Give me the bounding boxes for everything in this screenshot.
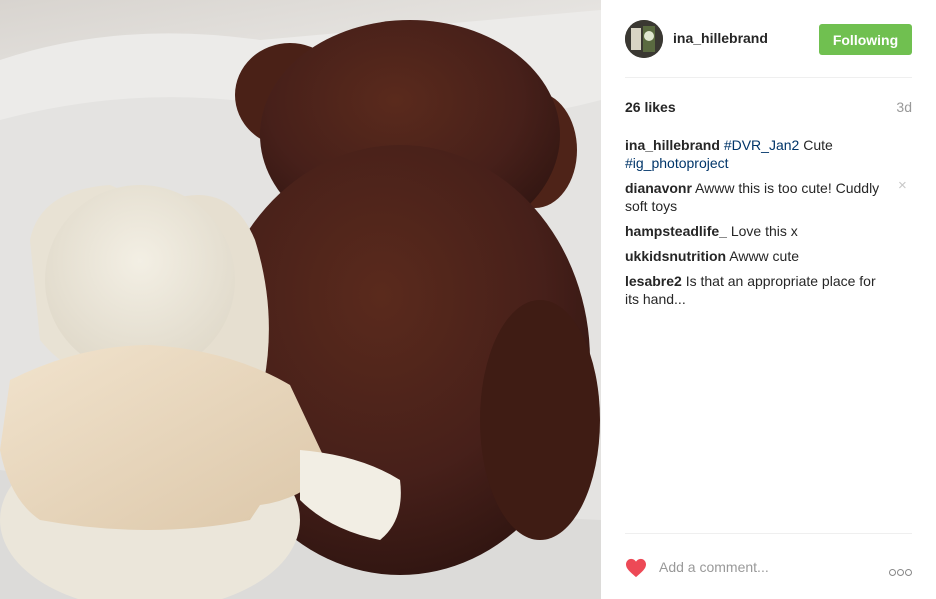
comment-text: Love this x xyxy=(730,223,798,239)
comment-username[interactable]: dianavonr xyxy=(625,180,692,196)
avatar[interactable] xyxy=(625,20,663,58)
post-footer xyxy=(625,533,912,599)
post-header: ina_hillebrand Following xyxy=(625,20,912,78)
comment-item: lesabre2 Is that an appropriate place fo… xyxy=(625,272,912,308)
heart-icon[interactable] xyxy=(625,558,647,578)
comment-text: Awww cute xyxy=(729,248,800,264)
caption: ina_hillebrand #DVR_Jan2 Cute #ig_photop… xyxy=(625,136,912,172)
likes-row: 26 likes 3d xyxy=(625,99,912,117)
dot xyxy=(897,569,904,576)
post-viewer: ina_hillebrand Following 26 likes 3d ina… xyxy=(0,0,936,599)
comment-username[interactable]: ukkidsnutrition xyxy=(625,248,726,264)
close-icon[interactable]: × xyxy=(898,178,910,193)
hashtag-link[interactable]: #ig_photoproject xyxy=(625,155,729,171)
comment-item: hampsteadlife_ Love this x xyxy=(625,222,912,240)
hashtag-link[interactable]: #DVR_Jan2 xyxy=(724,137,800,153)
dot xyxy=(905,569,912,576)
post-age[interactable]: 3d xyxy=(896,99,912,115)
photo-illustration xyxy=(0,10,601,599)
comment-username[interactable]: lesabre2 xyxy=(625,273,682,289)
username-link[interactable]: ina_hillebrand xyxy=(673,30,768,46)
caption-text: Cute xyxy=(799,137,833,153)
add-comment-input[interactable] xyxy=(659,554,869,580)
caption-username[interactable]: ina_hillebrand xyxy=(625,137,720,153)
dot xyxy=(889,569,896,576)
post-side-panel: ina_hillebrand Following 26 likes 3d ina… xyxy=(601,0,936,599)
likes-count[interactable]: 26 likes xyxy=(625,99,676,115)
comment-item: ukkidsnutrition Awww cute xyxy=(625,247,912,265)
avatar-image xyxy=(625,20,663,58)
more-options-icon[interactable] xyxy=(888,563,912,576)
following-button[interactable]: Following xyxy=(819,24,912,55)
comments-list: ina_hillebrand #DVR_Jan2 Cute #ig_photop… xyxy=(625,136,912,315)
post-photo[interactable] xyxy=(0,0,601,599)
comment-item: dianavonr Awww this is too cute! Cuddly … xyxy=(625,178,912,215)
comment-username[interactable]: hampsteadlife_ xyxy=(625,223,727,239)
